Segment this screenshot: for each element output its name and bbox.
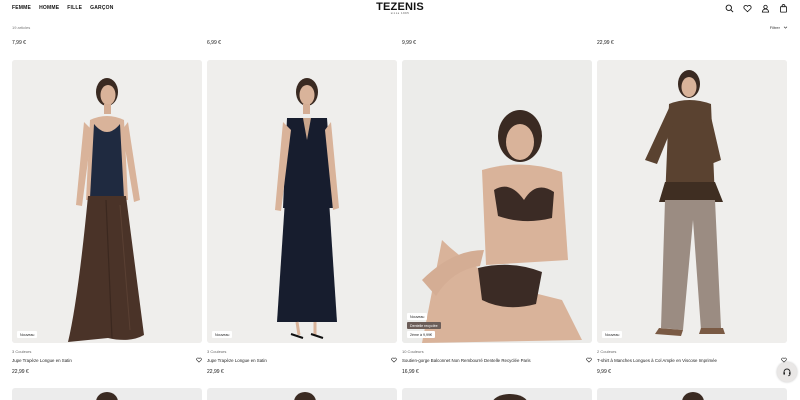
- product-price: 22,99 €: [12, 369, 29, 375]
- badge-list: Nouveau Dentelle recyclée 2ème à 9,99€: [407, 313, 441, 338]
- model-photo: [294, 392, 316, 400]
- product-name[interactable]: T-shirt à Manches Longues à Col Ample en…: [597, 358, 772, 363]
- filter-button[interactable]: Filtrer: [770, 25, 788, 30]
- chevron-down-icon: [783, 26, 788, 29]
- product-color-count[interactable]: 3 Couleurs: [12, 349, 31, 354]
- model-photo: [493, 394, 527, 400]
- model-photo: [96, 392, 118, 400]
- nav-garcon[interactable]: GARÇON: [90, 5, 113, 11]
- product-name[interactable]: Jupe Trapèze Longue en Satin: [12, 358, 187, 363]
- product-image[interactable]: [12, 388, 202, 400]
- prev-row-price: 6,99 €: [207, 40, 221, 46]
- badge-list: Nouveau: [602, 331, 623, 338]
- product-image[interactable]: Nouveau: [207, 60, 397, 343]
- product-price: 9,99 €: [597, 369, 611, 375]
- product-price: 16,99 €: [402, 369, 419, 375]
- new-badge: Nouveau: [602, 331, 623, 338]
- prev-row-price: 22,99 €: [597, 40, 614, 46]
- product-image[interactable]: [597, 388, 787, 400]
- product-image[interactable]: [402, 388, 592, 400]
- headset-icon: [783, 368, 791, 377]
- product-color-count[interactable]: 2 Couleurs: [597, 349, 616, 354]
- brand-logo[interactable]: TEZENIS since 1995: [376, 1, 424, 16]
- promo-badge: 2ème à 9,99€: [407, 331, 435, 338]
- wishlist-heart-icon[interactable]: [586, 357, 592, 363]
- header-actions: [725, 4, 788, 13]
- main-nav: FEMME HOMME FILLE GARÇON: [12, 5, 114, 11]
- product-color-count[interactable]: 3 Couleurs: [207, 349, 226, 354]
- filter-label: Filtrer: [769, 25, 780, 30]
- product-price: 22,99 €: [207, 369, 224, 375]
- model-photo: [207, 60, 397, 343]
- prev-row-price: 9,99 €: [402, 40, 416, 46]
- model-photo: [682, 392, 704, 400]
- new-badge: Nouveau: [17, 331, 38, 338]
- recycled-lace-badge: Dentelle recyclée: [407, 322, 441, 329]
- product-image[interactable]: Nouveau: [12, 60, 202, 343]
- product-image[interactable]: Nouveau: [597, 60, 787, 343]
- model-photo: [402, 60, 592, 343]
- wishlist-heart-icon[interactable]: [743, 4, 752, 13]
- site-header: FEMME HOMME FILLE GARÇON TEZENIS since 1…: [0, 0, 800, 18]
- nav-fille[interactable]: FILLE: [67, 5, 82, 11]
- product-image[interactable]: Nouveau Dentelle recyclée 2ème à 9,99€: [402, 60, 592, 343]
- badge-list: Nouveau: [212, 331, 233, 338]
- product-color-count[interactable]: 10 Couleurs: [402, 349, 424, 354]
- nav-homme[interactable]: HOMME: [39, 5, 59, 11]
- model-photo: [597, 60, 787, 343]
- account-user-icon[interactable]: [761, 4, 770, 13]
- shopping-bag-icon[interactable]: [779, 4, 788, 13]
- product-image[interactable]: [207, 388, 397, 400]
- product-name[interactable]: Jupe Trapèze Longue en Satin: [207, 358, 382, 363]
- new-badge: Nouveau: [407, 313, 428, 320]
- badge-list: Nouveau: [17, 331, 38, 338]
- wishlist-heart-icon[interactable]: [391, 357, 397, 363]
- wishlist-heart-icon[interactable]: [196, 357, 202, 363]
- help-chat-button[interactable]: [777, 362, 797, 382]
- brand-name: TEZENIS: [376, 1, 424, 13]
- search-icon[interactable]: [725, 4, 734, 13]
- nav-femme[interactable]: FEMME: [12, 5, 31, 11]
- model-photo: [12, 60, 202, 343]
- new-badge: Nouveau: [212, 331, 233, 338]
- prev-row-price: 7,99 €: [12, 40, 26, 46]
- product-name[interactable]: Soutien-gorge Balconnet Non Rembourré De…: [402, 358, 577, 363]
- results-count: 19 articles: [12, 25, 31, 30]
